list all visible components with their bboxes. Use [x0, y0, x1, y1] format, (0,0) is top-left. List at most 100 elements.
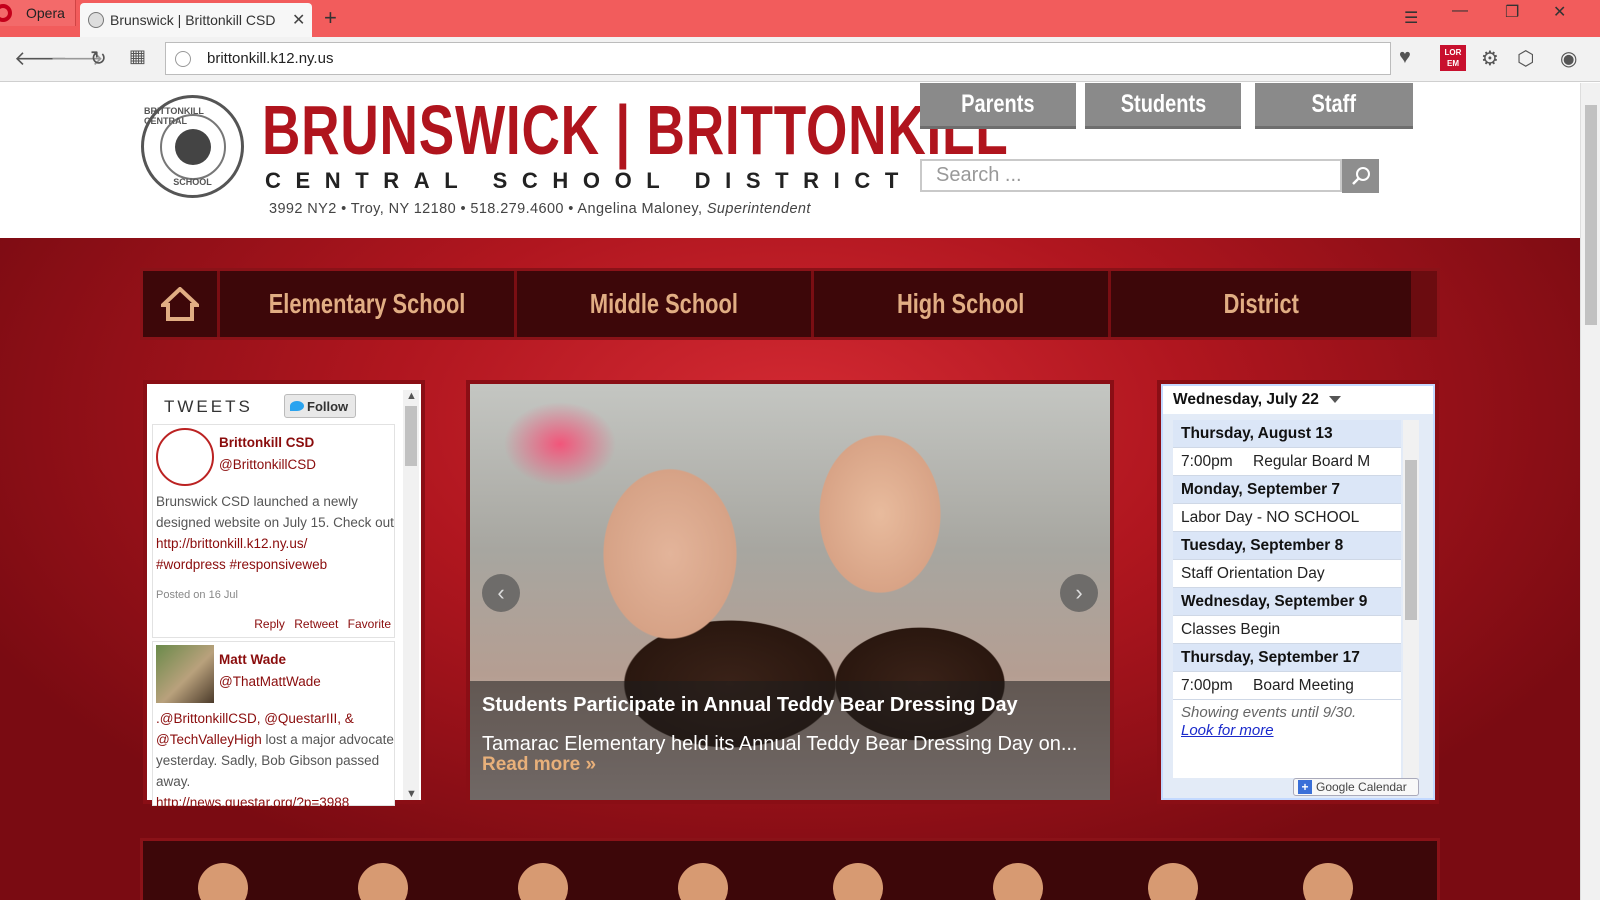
main-navigation: Elementary School Middle School High Sch…	[140, 268, 1440, 340]
slide-title[interactable]: Students Participate in Annual Teddy Bea…	[482, 694, 1018, 717]
google-calendar-button[interactable]: + Google Calendar	[1293, 778, 1419, 796]
seal-top-text: BRITTONKILL CENTRAL	[144, 106, 204, 126]
apple-icon[interactable]	[678, 863, 728, 900]
tweet-author-handle[interactable]: @ThatMattWade	[219, 674, 321, 689]
quick-links-bar	[140, 838, 1440, 900]
follow-button[interactable]: Follow	[284, 394, 356, 418]
calendar-footer: Showing events until 9/30. Look for more	[1181, 704, 1357, 739]
seal-emblem-icon	[174, 128, 211, 165]
lorem-extension-icon[interactable]: LOR EM	[1440, 45, 1466, 71]
web-page: BRITTONKILL CENTRAL SCHOOL BRUNSWICK | B…	[0, 83, 1580, 900]
url-text: brittonkill.k12.ny.us	[207, 50, 334, 67]
extension-hexagon-icon[interactable]: ⬡	[1517, 46, 1534, 71]
tweet-link[interactable]: http://brittonkill.k12.ny.us/	[156, 536, 307, 551]
tweet-hashtags[interactable]: #wordpress #responsiveweb	[156, 557, 327, 572]
scroll-down-icon[interactable]: ▼	[406, 788, 417, 800]
nav-elementary-school[interactable]: Elementary School	[220, 271, 517, 337]
athletics-icon[interactable]	[358, 863, 408, 900]
search-input[interactable]: Search ...	[920, 159, 1342, 192]
tab-menu-icon[interactable]: ☰	[1404, 8, 1418, 28]
new-tab-icon[interactable]: +	[324, 5, 337, 31]
avatar[interactable]	[156, 645, 214, 703]
close-tab-icon[interactable]: ✕	[292, 10, 305, 30]
calendar-event[interactable]: Labor Day - NO SCHOOL	[1173, 504, 1401, 532]
calendar-event[interactable]: 7:00pm Board Meeting	[1173, 672, 1401, 700]
look-for-more-link[interactable]: Look for more	[1181, 722, 1274, 739]
tweet-item[interactable]: Brittonkill CSD @BrittonkillCSD Brunswic…	[152, 424, 395, 638]
calendar-date-header: Monday, September 7	[1173, 476, 1401, 504]
scroll-up-icon[interactable]: ▲	[406, 390, 417, 402]
nav-high-school[interactable]: High School	[814, 271, 1111, 337]
chevron-right-icon: ›	[1075, 580, 1083, 605]
news-slider: Students Participate in Annual Teddy Bea…	[466, 380, 1114, 804]
close-window-icon[interactable]: ✕	[1553, 2, 1566, 22]
minimize-icon[interactable]: —	[1452, 2, 1468, 20]
twitter-widget: TWEETS Follow Brittonkill CSD @Brittonki…	[143, 380, 425, 810]
reports-icon[interactable]	[518, 863, 568, 900]
calendar-event[interactable]: Staff Orientation Day	[1173, 560, 1401, 588]
tweets-scrollbar[interactable]: ▲ ▼	[403, 390, 419, 800]
browser-tab[interactable]: Brunswick | Brittonkill CSD ✕	[80, 3, 312, 37]
slider-next-button[interactable]: ›	[1060, 574, 1098, 612]
reply-link[interactable]: Reply	[254, 617, 285, 631]
calendar-date-header: Wednesday, September 9	[1173, 588, 1401, 616]
news-feed-icon[interactable]	[833, 863, 883, 900]
scrollbar-thumb[interactable]	[1585, 105, 1597, 325]
twitter-bird-icon	[290, 401, 304, 411]
calendar-event[interactable]: Classes Begin	[1173, 616, 1401, 644]
nav-district[interactable]: District	[1111, 271, 1411, 337]
home-icon	[161, 287, 199, 321]
plus-icon: +	[1298, 780, 1312, 794]
site-title[interactable]: BRUNSWICK | BRITTONKILL	[262, 95, 1009, 165]
browser-titlebar: Opera Brunswick | Brittonkill CSD ✕ + ☰ …	[0, 0, 1600, 37]
address-bar[interactable]: brittonkill.k12.ny.us	[165, 42, 1391, 75]
nav-middle-school[interactable]: Middle School	[517, 271, 814, 337]
calendar-date-header: Thursday, August 13	[1173, 420, 1401, 448]
scrollbar-thumb[interactable]	[405, 406, 417, 466]
scrollbar-thumb[interactable]	[1405, 460, 1417, 620]
document-icon[interactable]	[1148, 863, 1198, 900]
read-more-link[interactable]: Read more »	[482, 754, 596, 776]
tweet-author-name[interactable]: Matt Wade	[219, 652, 286, 667]
reload-icon[interactable]: ↻	[90, 46, 107, 71]
avatar[interactable]	[156, 428, 214, 486]
google-calendar-widget: Wednesday, July 22 Thursday, August 13 7…	[1157, 380, 1439, 804]
calendar-scrollbar[interactable]	[1403, 420, 1419, 778]
page-scrollbar[interactable]	[1580, 83, 1600, 900]
favicon-icon	[88, 12, 104, 28]
staff-button[interactable]: Staff	[1255, 83, 1413, 129]
calendar-date-selector[interactable]: Wednesday, July 22	[1163, 386, 1433, 414]
search-button[interactable]	[1342, 159, 1379, 193]
calendar-event-list: Thursday, August 13 7:00pm Regular Board …	[1173, 420, 1401, 778]
retweet-link[interactable]: Retweet	[294, 617, 338, 631]
opera-menu-button[interactable]: Opera	[0, 0, 76, 26]
settings-icon[interactable]: ⚙	[1481, 46, 1499, 71]
arts-icon[interactable]	[198, 863, 248, 900]
home-button[interactable]	[143, 271, 220, 337]
opera-menu-label: Opera	[26, 5, 65, 21]
slider-prev-button[interactable]: ‹	[482, 574, 520, 612]
chevron-down-icon	[1328, 396, 1341, 404]
district-seal-logo[interactable]: BRITTONKILL CENTRAL SCHOOL	[141, 95, 244, 198]
tweet-timestamp: Posted on 16 Jul	[156, 589, 238, 601]
tweet-link[interactable]: http://news.questar.org/?p=3988	[156, 795, 349, 810]
tweet-author-name[interactable]: Brittonkill CSD	[219, 435, 314, 450]
help-icon[interactable]	[993, 863, 1043, 900]
tab-title: Brunswick | Brittonkill CSD	[110, 12, 276, 28]
parents-button[interactable]: Parents	[920, 83, 1076, 129]
calendar-event[interactable]: 7:00pm Regular Board M	[1173, 448, 1401, 476]
superintendent-title: Superintendent	[706, 201, 811, 217]
restore-icon[interactable]: ❐	[1505, 2, 1519, 22]
tweet-author-handle[interactable]: @BrittonkillCSD	[219, 457, 316, 472]
favorite-link[interactable]: Favorite	[348, 617, 391, 631]
tweet-actions: Reply Retweet Favorite	[248, 617, 391, 631]
students-button[interactable]: Students	[1085, 83, 1241, 129]
book-icon[interactable]	[1303, 863, 1353, 900]
heart-icon[interactable]: ♥	[1399, 46, 1411, 69]
speed-dial-icon[interactable]: ▦	[129, 46, 146, 67]
tweet-item[interactable]: Matt Wade @ThatMattWade .@BrittonkillCSD…	[152, 641, 395, 810]
site-info-icon[interactable]	[175, 50, 191, 67]
account-icon[interactable]: ◉	[1560, 46, 1577, 71]
search-icon	[1351, 167, 1370, 185]
browser-toolbar: 🡐 🡒 ↻ ▦ brittonkill.k12.ny.us ♥ LOR EM ⚙…	[0, 37, 1600, 82]
